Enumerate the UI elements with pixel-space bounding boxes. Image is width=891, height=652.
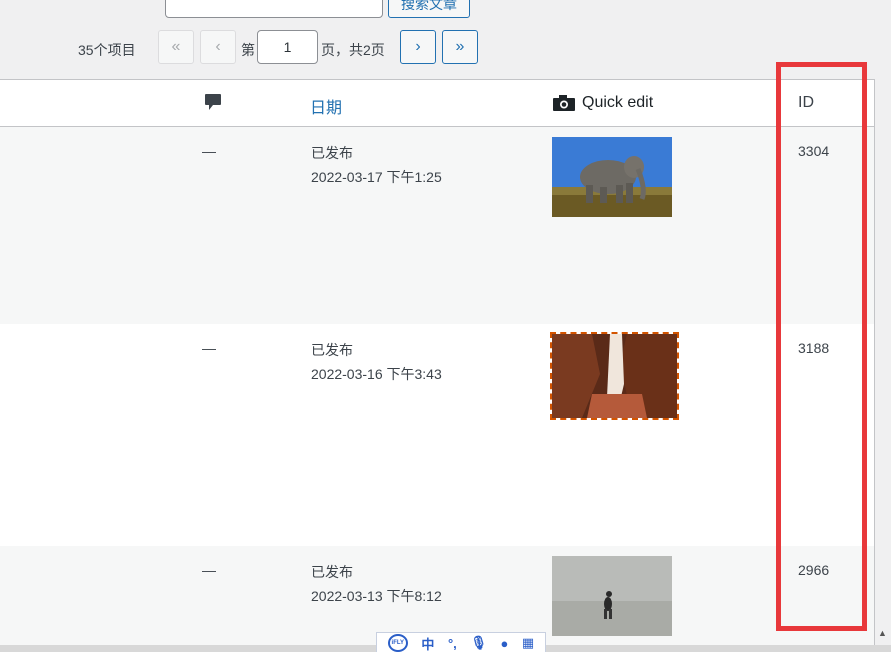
post-thumbnail[interactable] (552, 556, 672, 636)
apps-grid-icon[interactable]: ▦ (522, 635, 534, 651)
column-date[interactable]: 日期 (310, 94, 342, 118)
column-id[interactable]: ID (798, 94, 814, 112)
post-status: 已发布 (311, 564, 353, 580)
table-row: — 已发布 2022-03-16 下午3:43 3188 (0, 324, 874, 546)
post-thumbnail[interactable] (552, 137, 672, 217)
post-datetime: 2022-03-17 下午1:25 (311, 169, 442, 185)
column-quick-edit-label: Quick edit (582, 94, 654, 111)
page-suffix: 页，共2页 (321, 42, 385, 58)
pagination: 35个项目 « ‹ 第 1 页，共2页 › » (0, 28, 891, 66)
table-row: — 已发布 2022-03-17 下午1:25 3304 (0, 127, 874, 324)
post-id: 3188 (798, 340, 830, 356)
post-status: 已发布 (311, 342, 353, 358)
user-icon[interactable]: ● (500, 636, 508, 651)
first-page-button[interactable]: « (158, 30, 194, 64)
post-thumbnail[interactable] (550, 332, 679, 420)
comment-count: — (202, 340, 216, 356)
microphone-icon[interactable]: 🎙 (470, 635, 487, 651)
comment-icon (205, 94, 221, 110)
search-input[interactable] (165, 0, 383, 18)
post-id: 3304 (798, 143, 830, 159)
post-id: 2966 (798, 562, 830, 578)
comment-count: — (202, 562, 216, 578)
punctuation-icon[interactable]: °, (448, 636, 457, 651)
table-header: 日期 Quick edit ID (0, 80, 874, 127)
search-posts-button[interactable]: 搜索文章 (388, 0, 470, 18)
ime-mode-toggle[interactable]: 中 (421, 634, 434, 652)
scroll-up-arrow-icon[interactable]: ▲ (878, 628, 887, 638)
camera-icon (553, 95, 575, 111)
comment-count: — (202, 143, 216, 159)
posts-table: 日期 Quick edit ID — 已发布 2022-03-17 下午1:25 (0, 79, 875, 652)
ime-toolbar: iFLY 中 °, 🎙 ● ▦ (376, 632, 546, 652)
column-quick-edit: Quick edit (553, 94, 653, 112)
ime-logo[interactable]: iFLY (387, 634, 408, 652)
post-datetime: 2022-03-13 下午8:12 (311, 588, 442, 604)
current-page-input[interactable]: 1 (257, 30, 318, 64)
post-datetime: 2022-03-16 下午3:43 (311, 366, 442, 382)
last-page-button[interactable]: » (442, 30, 478, 64)
next-page-button[interactable]: › (400, 30, 436, 64)
prev-page-button[interactable]: ‹ (200, 30, 236, 64)
post-status: 已发布 (311, 145, 353, 161)
items-count: 35个项目 (78, 42, 136, 58)
page-prefix: 第 (241, 42, 255, 58)
